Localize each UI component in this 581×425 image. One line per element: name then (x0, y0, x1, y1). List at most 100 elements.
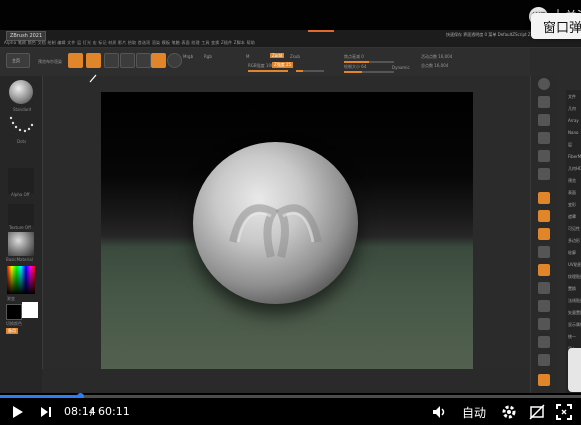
standard-brush-label: Standard (13, 107, 32, 112)
settings-gear-icon[interactable] (501, 404, 517, 420)
z-intensity-slider[interactable] (296, 70, 324, 72)
texture-slot[interactable] (8, 204, 34, 226)
floor-icon[interactable] (538, 192, 550, 204)
standard-brush-icon[interactable] (9, 80, 33, 104)
home-label: 主页 (12, 58, 20, 63)
draw-size-label: 绘制大小 64 (344, 64, 367, 69)
edit-button[interactable] (68, 53, 83, 68)
z-intensity-label: Z强度 25 (272, 62, 294, 68)
zoom-view-icon[interactable] (538, 300, 550, 312)
material-icon[interactable] (8, 232, 34, 256)
actual-icon[interactable] (538, 132, 550, 144)
tool-menu-item[interactable]: 显示属性 (568, 322, 581, 328)
sphere-tool-icon[interactable] (538, 78, 550, 90)
tool-menu-item[interactable]: 几何 (568, 106, 576, 112)
move-button[interactable] (104, 53, 119, 68)
quality-auto-button[interactable]: 自动 (462, 404, 486, 421)
aahalf-icon[interactable] (538, 150, 550, 162)
brush-icon (89, 74, 97, 83)
xyz-icon[interactable] (538, 246, 550, 258)
dots-label: Dots (17, 139, 27, 144)
tool-menu-item[interactable]: 层 (568, 142, 572, 148)
sculpt-detail (229, 204, 322, 259)
m-toggle[interactable]: M (246, 54, 249, 59)
lsym-icon[interactable] (538, 228, 550, 240)
next-icon[interactable] (40, 406, 52, 418)
tool-menu-item[interactable]: 纹理贴图 (568, 274, 581, 280)
tool-menu-item[interactable]: UV贴图 (568, 262, 581, 268)
switch-color-label[interactable]: 切换颜色 (6, 321, 22, 327)
side-float-tab[interactable] (568, 348, 581, 392)
volume-icon[interactable] (432, 405, 446, 419)
menu-accent-line (308, 30, 334, 32)
main-menu[interactable]: Alpha 笔刷 颜色 文档 绘制 编辑 文件 层 灯光 宏 标记 材质 影片 … (4, 40, 255, 46)
sculpt-sphere[interactable] (193, 142, 358, 304)
dynamic-label[interactable]: Dynamic (392, 65, 410, 70)
tool-menu-item[interactable]: 预览 (568, 178, 576, 184)
draw-button[interactable] (86, 53, 101, 68)
tool-menu-item[interactable]: 表面 (568, 190, 576, 196)
rgb-intensity-slider[interactable] (248, 70, 288, 72)
total-points-label: 总点数 16,004 (421, 63, 449, 68)
zadd-toggle[interactable]: Zadd (270, 53, 285, 58)
primary-color-swatch[interactable] (6, 304, 22, 320)
tool-menu-item[interactable]: 文件 (568, 94, 576, 100)
scroll-icon[interactable] (538, 96, 550, 108)
mrgb-toggle[interactable]: Mrgb (183, 54, 193, 59)
transp-icon[interactable] (538, 354, 550, 366)
tool-menu-item[interactable]: 遮罩 (568, 214, 576, 220)
pip-off-icon[interactable] (529, 404, 545, 420)
dots-stroke-icon[interactable] (8, 114, 34, 136)
tool-menu-item[interactable]: Nano (568, 130, 578, 135)
local-icon[interactable] (538, 210, 550, 222)
video-top-band (0, 0, 581, 30)
gizmo-button[interactable] (151, 53, 166, 68)
move-view-icon[interactable] (538, 282, 550, 294)
active-points-label: 活动点数 16,004 (421, 54, 453, 59)
time-separator: / (90, 405, 94, 418)
play-icon[interactable] (12, 405, 24, 419)
popup-text: 窗口弹 (543, 21, 581, 36)
tool-menu-item[interactable]: 变形 (568, 202, 576, 208)
tool-menu-item[interactable]: 置换 (568, 286, 576, 292)
tool-menu-item[interactable]: 几何HD (568, 166, 581, 172)
tool-menu-item[interactable]: 法线贴图 (568, 298, 581, 304)
dynamic-persp-icon[interactable] (538, 168, 550, 180)
alpha-slot[interactable] (8, 168, 34, 194)
scale-button[interactable] (120, 53, 135, 68)
rotate-view-icon[interactable] (538, 318, 550, 330)
focal-shift-slider[interactable] (344, 61, 394, 63)
frame-icon[interactable] (538, 264, 550, 276)
tool-menu-item[interactable]: FiberM (568, 154, 581, 159)
secondary-color-swatch[interactable] (22, 302, 38, 318)
tool-menu-item[interactable]: 矢量置换 (568, 310, 581, 316)
video-controls: 08:14 / 60:11 自动 (0, 398, 581, 425)
tool-menu-item[interactable]: 轮廓 (568, 250, 576, 256)
rgb-intensity-label: RGB强度 100 (248, 63, 274, 68)
total-time: 60:11 (98, 405, 130, 418)
tool-menu-item[interactable]: 可见性 (568, 226, 580, 232)
right-shelf (530, 76, 556, 393)
alternate-button[interactable]: 备用 (6, 328, 18, 334)
material-label: BasicMaterial (6, 257, 33, 262)
preview-label: 预览布尔渲染 (38, 59, 62, 64)
zbrush-window: ZBrush 2021 Alpha 笔刷 颜色 文档 绘制 编辑 文件 层 灯光… (0, 30, 581, 393)
menu-right-info[interactable]: 快速保存 界面透明度 0 菜单 DefaultZScript ZBrush (446, 32, 542, 38)
polyf-icon[interactable] (538, 336, 550, 348)
top-toolbar: 主页 预览布尔渲染 Mrgb Rgb M Zadd Zsub RGB强度 100… (0, 48, 530, 83)
fullscreen-icon[interactable] (556, 404, 572, 420)
window-popup[interactable]: 窗口弹 (531, 13, 581, 39)
material-sphere-button[interactable] (167, 53, 182, 68)
tool-menu-item[interactable]: 统一 (568, 334, 576, 340)
tool-menu-item[interactable]: Array (568, 118, 579, 123)
alpha-off-label: Alpha Off (11, 192, 30, 197)
tool-menu-item[interactable]: 多边形 (568, 238, 580, 244)
draw-size-slider[interactable] (344, 71, 394, 73)
zoom-icon[interactable] (538, 114, 550, 126)
rgb-toggle[interactable]: Rgb (204, 54, 212, 59)
solo-icon[interactable] (538, 374, 550, 386)
rotate-button[interactable] (136, 53, 151, 68)
focal-shift-label: 焦点衰减 0 (344, 54, 364, 59)
color-picker[interactable] (7, 266, 35, 294)
zsub-toggle[interactable]: Zsub (290, 54, 300, 59)
